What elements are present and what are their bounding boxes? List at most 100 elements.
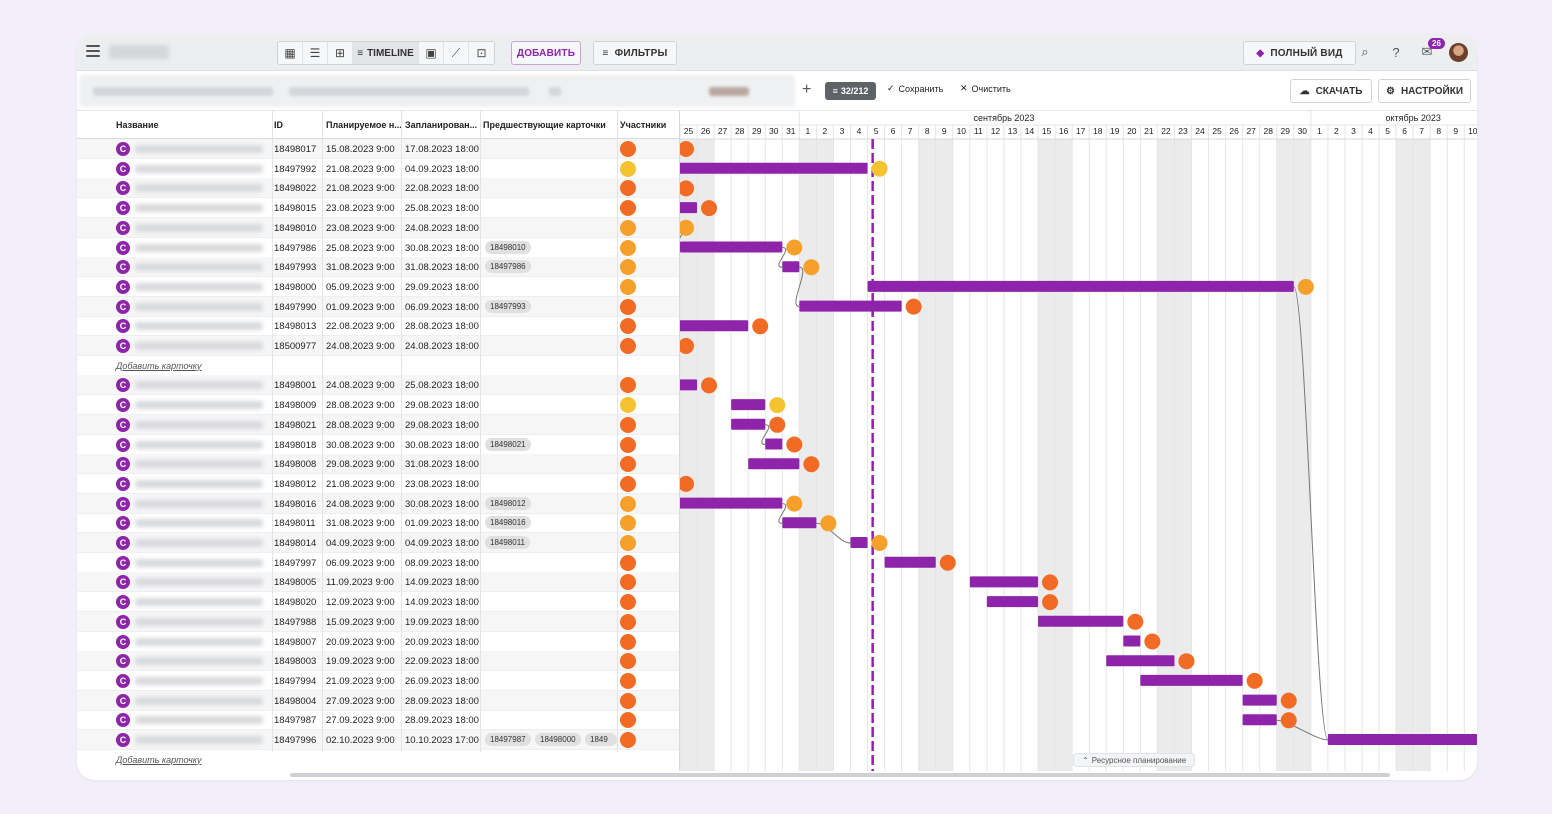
participant-avatar[interactable] <box>620 535 636 551</box>
kanban-view-icon[interactable]: ▦ <box>278 42 303 64</box>
card-name-blurred[interactable] <box>135 184 263 193</box>
card-name-blurred[interactable] <box>135 381 263 390</box>
card-name-blurred[interactable] <box>135 676 263 685</box>
card-name-blurred[interactable] <box>135 696 263 705</box>
table-row[interactable]: C 18498010 23.08.2023 9:00 24.08.2023 18:00 <box>77 217 679 238</box>
predecessor-chip[interactable]: 18498010 <box>485 240 531 254</box>
timeline-view-button[interactable]: ≡ TIMELINE <box>353 42 419 64</box>
participant-avatar[interactable] <box>620 574 636 591</box>
table-row[interactable]: C 18497987 27.09.2023 9:00 28.09.2023 18:00 <box>77 710 679 731</box>
table-row[interactable]: C 18498008 29.08.2023 9:00 31.08.2023 18:00 <box>77 454 679 475</box>
card-name-blurred[interactable] <box>135 401 263 410</box>
table-row[interactable]: C 18498014 04.09.2023 9:00 04.09.2023 18:00… <box>77 533 679 553</box>
predecessor-chip[interactable]: 18497987 <box>485 733 531 746</box>
predecessor-chip[interactable]: 18498000 <box>535 733 581 746</box>
save-filter-button[interactable]: ✓ Сохранить <box>887 83 943 94</box>
card-name-blurred[interactable] <box>135 539 263 547</box>
participant-avatar[interactable] <box>620 298 636 315</box>
card-name-blurred[interactable] <box>135 204 263 213</box>
predecessor-chip[interactable]: 18497993 <box>485 299 531 313</box>
participant-avatar[interactable] <box>620 219 636 236</box>
table-row[interactable]: C 18498009 28.08.2023 9:00 29.08.2023 18:00 <box>77 395 679 416</box>
add-card-link[interactable]: Добавить карточку <box>116 755 202 765</box>
predecessor-chip[interactable]: 18498011 <box>485 536 530 549</box>
table-row[interactable]: C 18498013 22.08.2023 9:00 28.08.2023 18:00 <box>77 316 679 337</box>
participant-avatar[interactable] <box>620 338 636 354</box>
table-row[interactable]: C 18498016 24.08.2023 9:00 30.08.2023 18:00… <box>77 493 679 514</box>
card-name-blurred[interactable] <box>135 440 263 449</box>
participant-avatar[interactable] <box>620 495 636 512</box>
participant-avatar[interactable] <box>620 515 636 532</box>
card-name-blurred[interactable] <box>135 164 263 173</box>
card-name-blurred[interactable] <box>135 657 263 666</box>
card-name-blurred[interactable] <box>135 499 263 508</box>
participant-avatar[interactable] <box>620 141 636 157</box>
table-row[interactable]: C 18498015 23.08.2023 9:00 25.08.2023 18:00 <box>77 198 679 219</box>
participant-avatar[interactable] <box>620 613 636 630</box>
col-id-header[interactable]: ID <box>274 120 320 130</box>
participant-avatar[interactable] <box>620 554 636 571</box>
participant-avatar[interactable] <box>620 239 636 256</box>
search-icon[interactable]: ⌕ <box>1357 44 1373 60</box>
table-row[interactable]: C 18498007 20.09.2023 9:00 20.09.2023 18:00 <box>77 632 679 652</box>
participant-avatar[interactable] <box>620 594 636 611</box>
participant-avatar[interactable] <box>620 475 636 492</box>
col-participants-header[interactable]: Участники <box>620 120 678 130</box>
card-name-blurred[interactable] <box>135 736 263 744</box>
user-avatar[interactable] <box>1449 43 1468 62</box>
resource-planning-toggle[interactable]: ⌃ Ресурсное планирование <box>1073 753 1196 767</box>
card-name-blurred[interactable] <box>135 145 263 153</box>
calendar-view-icon[interactable]: ▣ <box>419 42 444 64</box>
table-row[interactable]: C 18497993 31.08.2023 9:00 31.08.2023 18:00… <box>77 257 679 278</box>
card-name-blurred[interactable] <box>135 578 263 587</box>
horizontal-scrollbar[interactable] <box>290 773 1390 777</box>
chart-view-icon[interactable]: ⟋ <box>444 42 469 64</box>
participant-avatar[interactable] <box>620 672 636 689</box>
table-row[interactable]: C 18498011 31.08.2023 9:00 01.09.2023 18:00… <box>77 513 679 534</box>
card-name-blurred[interactable] <box>135 420 263 429</box>
filter-count-chip[interactable]: ≡ 32/212 <box>825 82 876 100</box>
card-name-blurred[interactable] <box>135 617 263 626</box>
card-name-blurred[interactable] <box>135 243 263 252</box>
card-name-blurred[interactable] <box>135 598 263 607</box>
table-row[interactable]: C 18497997 06.09.2023 9:00 08.09.2023 18:00 <box>77 553 679 573</box>
table-row[interactable]: C 18497990 01.09.2023 9:00 06.09.2023 18:00… <box>77 296 679 317</box>
list-view-icon[interactable]: ☰ <box>303 42 328 64</box>
table-row[interactable]: C 18498017 15.08.2023 9:00 17.08.2023 18:00 <box>77 139 679 159</box>
participant-avatar[interactable] <box>620 732 636 748</box>
table-row[interactable]: C 18498020 12.09.2023 9:00 14.09.2023 18:00 <box>77 592 679 613</box>
card-name-blurred[interactable] <box>135 302 263 311</box>
table-row[interactable]: C 18498003 19.09.2023 9:00 22.09.2023 18:00 <box>77 651 679 672</box>
predecessor-chip[interactable]: 18497986 <box>485 260 531 274</box>
participant-avatar[interactable] <box>620 377 636 394</box>
predecessor-chip[interactable]: 18498021 <box>485 437 531 451</box>
download-button[interactable]: ☁ СКАЧАТЬ <box>1290 79 1372 103</box>
clear-filter-button[interactable]: ✕ Очистить <box>960 83 1011 94</box>
table-row[interactable]: C 18498000 05.09.2023 9:00 29.09.2023 18:00 <box>77 277 679 297</box>
participant-avatar[interactable] <box>620 278 636 295</box>
card-name-blurred[interactable] <box>135 282 263 291</box>
participant-avatar[interactable] <box>620 397 636 414</box>
participant-avatar[interactable] <box>620 259 636 276</box>
participant-avatar[interactable] <box>620 456 636 473</box>
col-predecessors-header[interactable]: Предшествующие карточки <box>483 120 617 130</box>
participant-avatar[interactable] <box>620 653 636 670</box>
table-row[interactable]: C 18498004 27.09.2023 9:00 28.09.2023 18:00 <box>77 690 679 711</box>
participant-avatar[interactable] <box>620 633 636 650</box>
table-row[interactable]: C 18498021 28.08.2023 9:00 29.08.2023 18:00 <box>77 414 679 435</box>
participant-avatar[interactable] <box>620 180 636 197</box>
card-name-blurred[interactable] <box>135 342 263 350</box>
participant-avatar[interactable] <box>620 712 636 729</box>
col-name-header[interactable]: Название <box>116 120 266 130</box>
table-row[interactable]: C 18498001 24.08.2023 9:00 25.08.2023 18:00 <box>77 375 679 396</box>
full-view-button[interactable]: ◆ ПОЛНЫЙ ВИД <box>1243 41 1356 65</box>
table-row[interactable]: C 18498018 30.08.2023 9:00 30.08.2023 18:00… <box>77 435 679 455</box>
predecessor-chip[interactable]: 1849 <box>585 733 617 746</box>
settings-button[interactable]: ⚙ НАСТРОЙКИ <box>1378 79 1471 103</box>
search-input-blurred[interactable] <box>79 75 795 107</box>
table-row[interactable]: C 18498005 11.09.2023 9:00 14.09.2023 18:00 <box>77 572 679 593</box>
table-row[interactable]: C 18497994 21.09.2023 9:00 26.09.2023 18:00 <box>77 671 679 691</box>
predecessor-chip[interactable]: 18498012 <box>485 496 531 510</box>
table-row[interactable]: C 18497988 15.09.2023 9:00 19.09.2023 18:00 <box>77 611 679 632</box>
table-row[interactable]: C 18497996 02.10.2023 9:00 10.10.2023 17:00… <box>77 730 679 750</box>
